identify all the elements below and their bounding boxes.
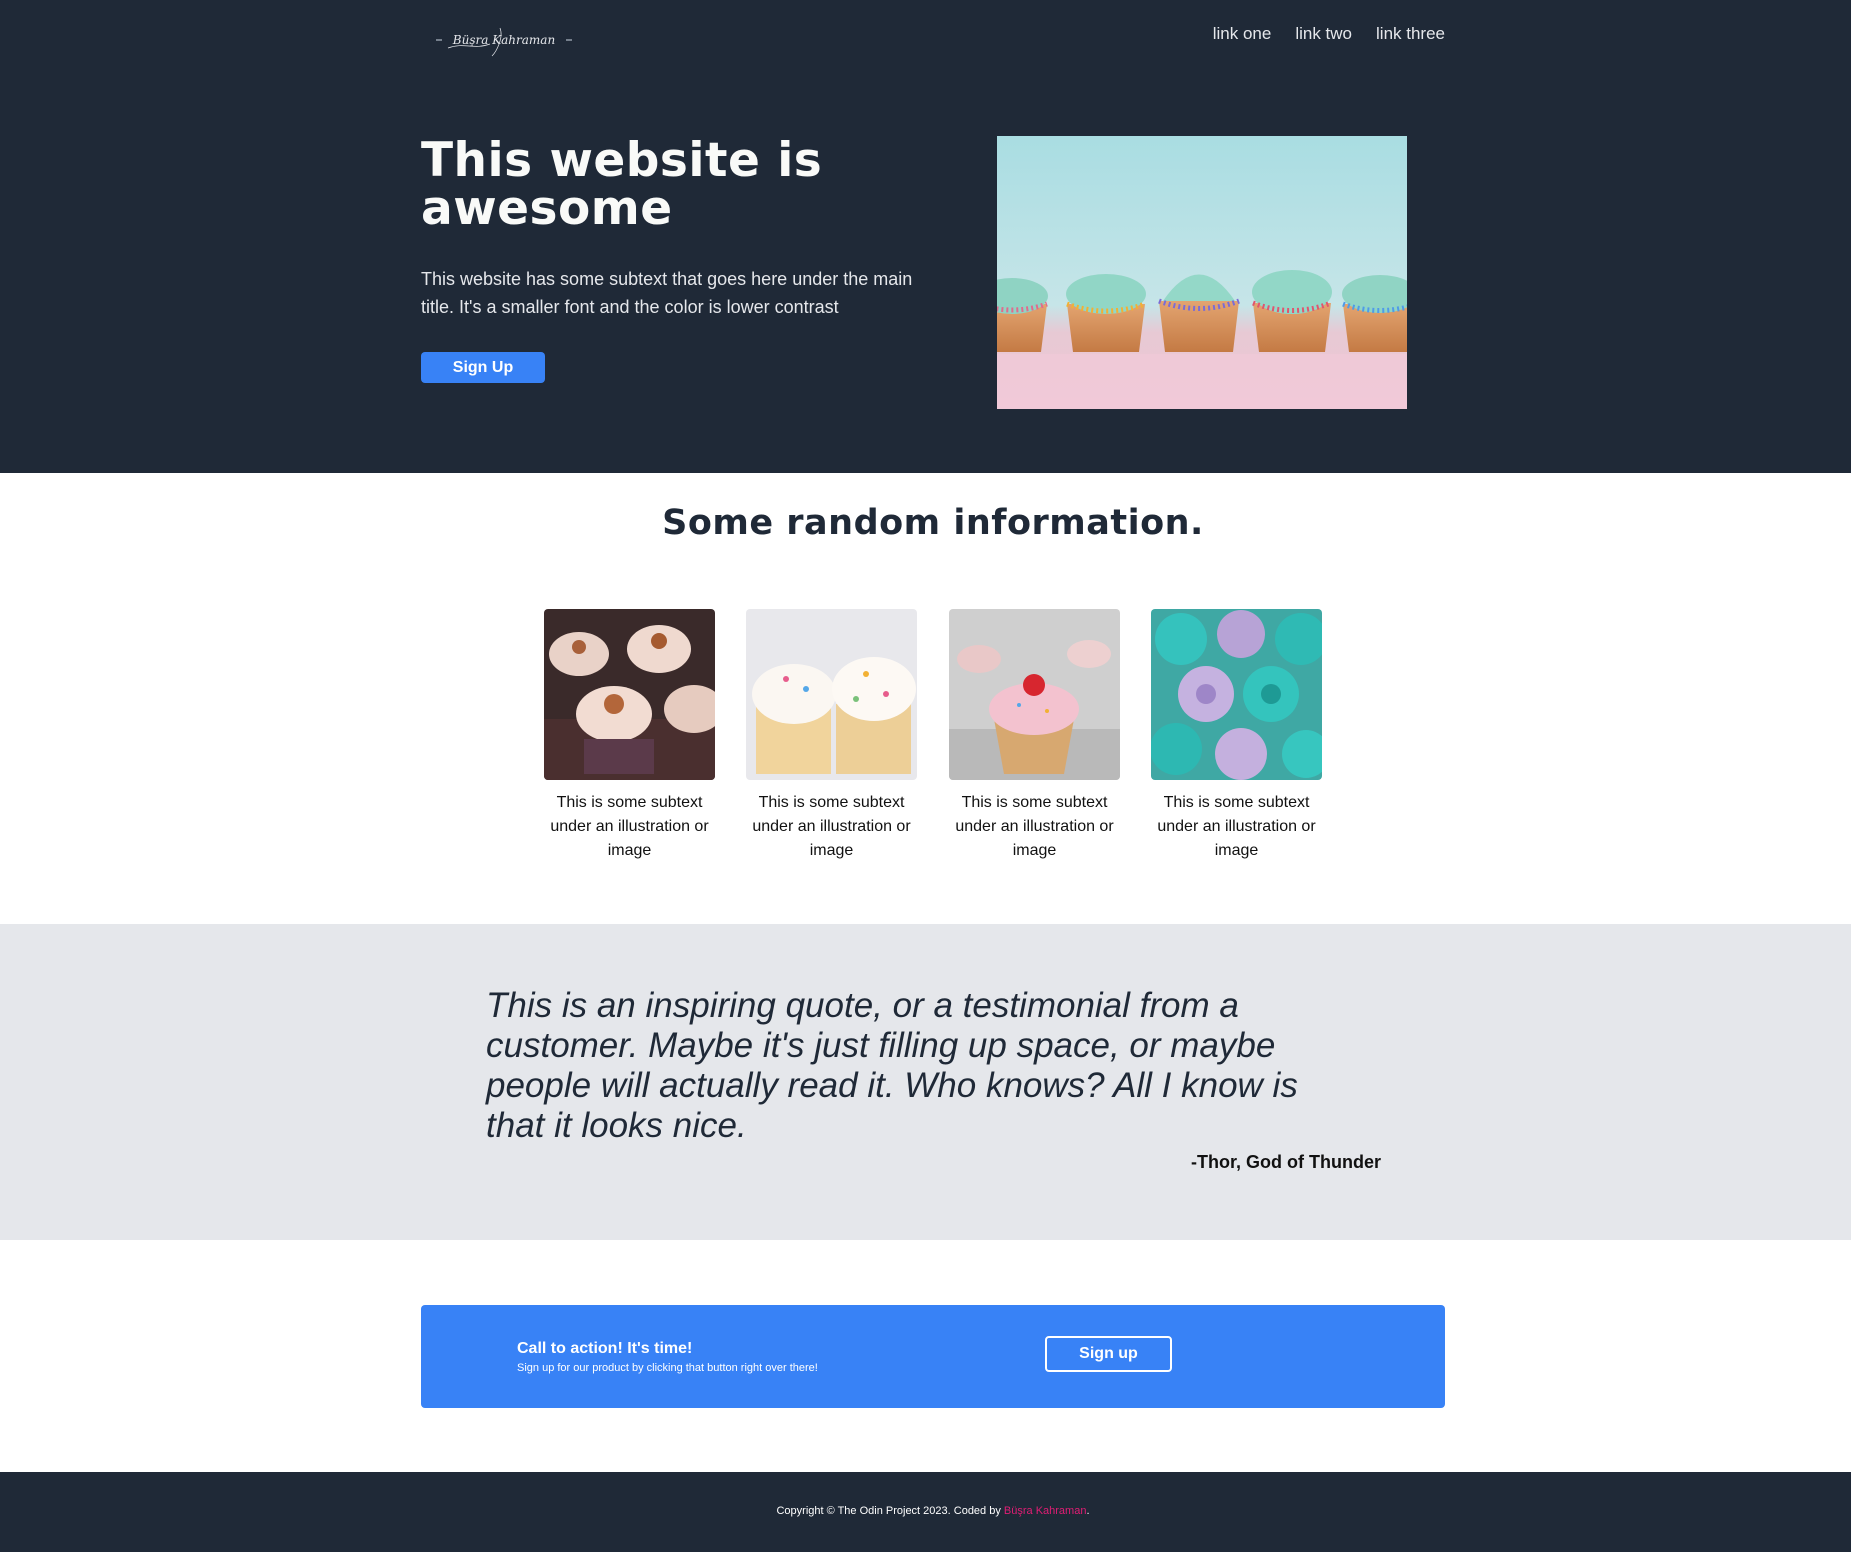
- info-card-caption: This is some subtext under an illustrati…: [550, 794, 709, 859]
- quote-section: This is an inspiring quote, or a testimo…: [0, 924, 1851, 1240]
- cta-title: Call to action! It's time!: [517, 1340, 693, 1357]
- hero-image: [997, 136, 1407, 409]
- logo[interactable]: Büşra Kahraman: [434, 20, 576, 60]
- author-link[interactable]: Büşra Kahraman: [1004, 1505, 1087, 1517]
- copyright-text: Copyright © The Odin Project 2023. Coded…: [0, 1505, 1851, 1517]
- chocolate-cupcakes-image: [544, 609, 715, 780]
- teal-swirl-cupcakes-image: [1151, 609, 1322, 780]
- info-card-caption: This is some subtext under an illustrati…: [752, 794, 911, 859]
- call-to-action-box: Call to action! It's time! Sign up for o…: [421, 1305, 1445, 1408]
- nav-link-one[interactable]: link one: [1213, 24, 1272, 44]
- nav-link-three[interactable]: link three: [1376, 24, 1445, 44]
- info-card: This is some subtext under an illustrati…: [949, 609, 1120, 863]
- hero-subtitle: This website has some subtext that goes …: [421, 269, 913, 317]
- logo-text: Büşra Kahraman: [452, 33, 555, 47]
- info-card: This is some subtext under an illustrati…: [746, 609, 917, 863]
- hero-title: This website is awesome: [421, 133, 823, 236]
- cta-subtitle: Sign up for our product by clicking that…: [517, 1362, 818, 1374]
- nav-link-two[interactable]: link two: [1295, 24, 1352, 44]
- cta-sign-up-button[interactable]: Sign up: [1045, 1336, 1172, 1372]
- vanilla-sprinkle-cupcakes-image: [746, 609, 917, 780]
- quote-author: -Thor, God of Thunder: [1191, 1152, 1381, 1172]
- info-card: This is some subtext under an illustrati…: [1151, 609, 1322, 863]
- signature-logo-icon: Büşra Kahraman: [436, 27, 572, 57]
- pink-cherry-cupcake-image: [949, 609, 1120, 780]
- info-card-caption: This is some subtext under an illustrati…: [1157, 794, 1316, 859]
- info-title: Some random information.: [662, 503, 1204, 543]
- hero-sign-up-button[interactable]: Sign Up: [421, 352, 545, 383]
- testimonial-quote: This is an inspiring quote, or a testimo…: [486, 986, 1298, 1145]
- info-card: This is some subtext under an illustrati…: [544, 609, 715, 863]
- top-nav: link one link two link three: [1213, 24, 1445, 44]
- copyright-suffix: .: [1086, 1505, 1090, 1517]
- info-card-caption: This is some subtext under an illustrati…: [955, 794, 1114, 859]
- hero-section: Büşra Kahraman link one link two link th…: [0, 0, 1851, 473]
- footer: Copyright © The Odin Project 2023. Coded…: [0, 1472, 1851, 1552]
- copyright-prefix: Copyright © The Odin Project 2023. Coded…: [776, 1505, 1004, 1517]
